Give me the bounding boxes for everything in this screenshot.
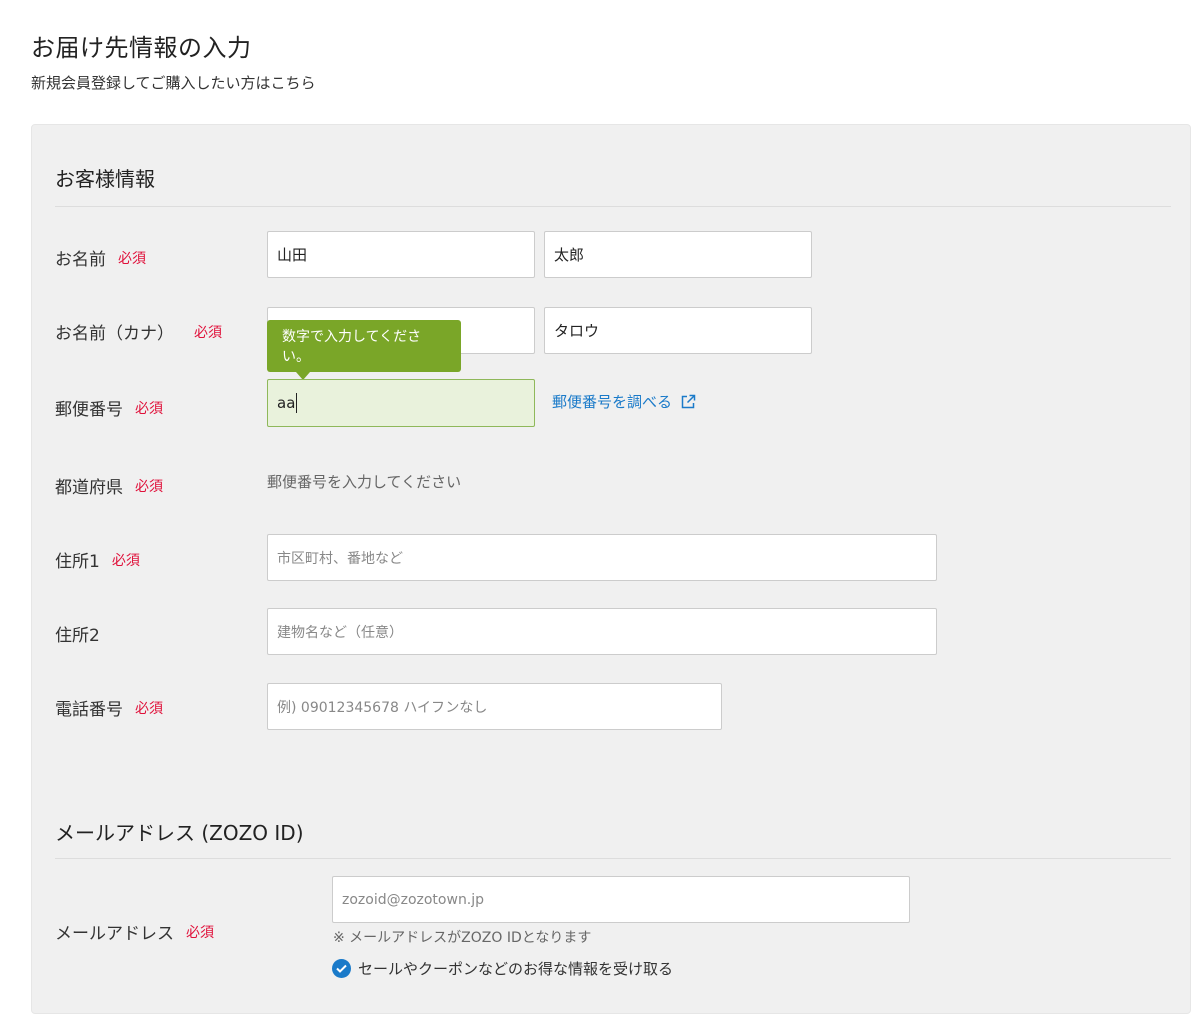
address1-input[interactable]: 市区町村、番地など	[267, 534, 937, 581]
phone-label-text: 電話番号	[55, 700, 123, 720]
first-name-kana-value: タロウ	[554, 322, 600, 340]
address2-placeholder: 建物名など（任意）	[277, 624, 403, 641]
postal-label: 郵便番号 必須	[55, 395, 163, 420]
page-title: お届け先情報の入力	[31, 34, 252, 62]
email-label: メールアドレス 必須	[55, 919, 214, 944]
prefecture-label: 都道府県 必須	[55, 473, 163, 498]
postal-code-input[interactable]: aa	[267, 379, 535, 427]
section-divider	[55, 206, 1171, 207]
validation-tooltip: 数字で入力してください。	[267, 320, 461, 380]
required-badge: 必須	[118, 250, 146, 267]
required-badge: 必須	[135, 478, 163, 495]
required-badge: 必須	[135, 400, 163, 417]
newsletter-label: セールやクーポンなどのお得な情報を受け取る	[358, 960, 674, 978]
first-name-input[interactable]: 太郎	[544, 231, 812, 278]
required-badge: 必須	[111, 552, 140, 569]
section-divider	[55, 858, 1171, 859]
address1-label: 住所1 必須	[55, 547, 140, 572]
postal-lookup-text: 郵便番号を調べる	[552, 393, 673, 411]
last-name-input[interactable]: 山田	[267, 231, 535, 278]
required-badge: 必須	[194, 324, 222, 341]
first-name-value: 太郎	[554, 246, 585, 264]
email-input[interactable]: zozoid@zozotown.jp	[332, 876, 910, 923]
name-label-text: お名前	[55, 250, 106, 270]
kana-label: お名前（カナ） 必須	[55, 319, 222, 344]
required-badge: 必須	[186, 924, 214, 941]
phone-placeholder: 例) 09012345678 ハイフンなし	[277, 699, 488, 716]
newsletter-checkbox[interactable]: セールやクーポンなどのお得な情報を受け取る	[332, 958, 673, 979]
external-link-icon	[681, 394, 696, 408]
prefecture-label-text: 都道府県	[55, 478, 123, 498]
address2-label-text: 住所2	[55, 626, 100, 646]
postal-lookup-link[interactable]: 郵便番号を調べる	[552, 391, 696, 412]
form-panel: お客様情報 お名前 必須 山田 太郎 お名前（カナ） 必須 タロウ 数字で入力し…	[31, 124, 1191, 1014]
address2-input[interactable]: 建物名など（任意）	[267, 608, 937, 655]
email-section-title: メールアドレス (ZOZO ID)	[55, 821, 304, 845]
customer-section-title: お客様情報	[55, 167, 155, 191]
prefecture-hint: 郵便番号を入力してください	[267, 473, 462, 491]
kana-label-text: お名前（カナ）	[55, 324, 174, 344]
validation-tooltip-text: 数字で入力してください。	[282, 329, 422, 365]
last-name-value: 山田	[277, 246, 308, 264]
address1-placeholder: 市区町村、番地など	[277, 550, 403, 567]
email-label-text: メールアドレス	[55, 924, 174, 944]
name-label: お名前 必須	[55, 245, 146, 270]
address1-label-text: 住所1	[55, 552, 100, 572]
required-badge: 必須	[135, 700, 163, 717]
email-note: ※ メールアドレスがZOZO IDとなります	[333, 930, 592, 946]
phone-label: 電話番号 必須	[55, 695, 163, 720]
postal-label-text: 郵便番号	[55, 400, 123, 420]
text-caret	[296, 393, 298, 413]
postal-code-value: aa	[277, 394, 296, 412]
email-placeholder: zozoid@zozotown.jp	[342, 891, 485, 908]
first-name-kana-input[interactable]: タロウ	[544, 307, 812, 354]
register-link[interactable]: 新規会員登録してご購入したい方はこちら	[31, 72, 316, 93]
address2-label: 住所2	[55, 621, 100, 646]
phone-input[interactable]: 例) 09012345678 ハイフンなし	[267, 683, 722, 730]
checkmark-icon	[332, 959, 351, 978]
